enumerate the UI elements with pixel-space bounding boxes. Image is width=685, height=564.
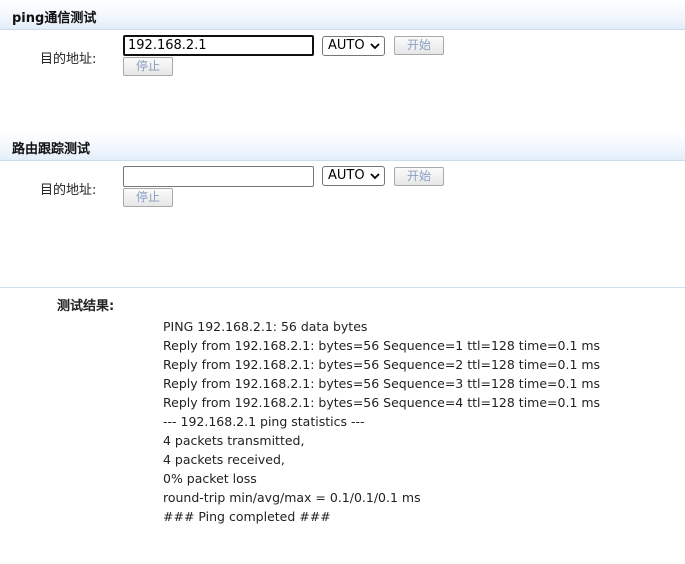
ping-stop-button[interactable]: 停止 xyxy=(123,57,173,76)
results-output: PING 192.168.2.1: 56 data bytes Reply fr… xyxy=(163,317,600,526)
result-line: 4 packets received, xyxy=(163,452,285,467)
result-line: --- 192.168.2.1 ping statistics --- xyxy=(163,414,365,429)
ping-start-button[interactable]: 开始 xyxy=(394,36,444,55)
traceroute-address-label: 目的地址: xyxy=(40,183,97,198)
result-line: Reply from 192.168.2.1: bytes=56 Sequenc… xyxy=(163,357,601,372)
ping-address-label: 目的地址: xyxy=(40,52,97,67)
result-line: Reply from 192.168.2.1: bytes=56 Sequenc… xyxy=(163,395,601,410)
ping-mode-value: AUTO xyxy=(328,38,365,53)
traceroute-address-input[interactable] xyxy=(123,166,314,187)
results-label: 测试结果: xyxy=(57,299,115,314)
chevron-down-icon xyxy=(370,43,380,50)
results-divider xyxy=(0,287,685,288)
result-line: round-trip min/avg/max = 0.1/0.1/0.1 ms xyxy=(163,490,421,505)
result-line: ### Ping completed ### xyxy=(163,509,331,524)
result-line: 0% packet loss xyxy=(163,471,257,486)
traceroute-stop-button[interactable]: 停止 xyxy=(123,188,173,207)
traceroute-section-header: 路由跟踪测试 xyxy=(0,131,685,161)
ping-address-input[interactable] xyxy=(123,35,314,56)
result-line: Reply from 192.168.2.1: bytes=56 Sequenc… xyxy=(163,338,601,353)
traceroute-start-button[interactable]: 开始 xyxy=(394,167,444,186)
result-line: Reply from 192.168.2.1: bytes=56 Sequenc… xyxy=(163,376,601,391)
traceroute-section-title: 路由跟踪测试 xyxy=(12,142,91,157)
ping-section-title: ping通信测试 xyxy=(12,11,97,26)
traceroute-mode-value: AUTO xyxy=(328,168,365,183)
ping-section-header: ping通信测试 xyxy=(0,0,685,30)
result-line: 4 packets transmitted, xyxy=(163,433,305,448)
chevron-down-icon xyxy=(370,173,380,180)
ping-mode-select[interactable]: AUTO xyxy=(322,36,385,56)
traceroute-mode-select[interactable]: AUTO xyxy=(322,166,385,186)
result-line: PING 192.168.2.1: 56 data bytes xyxy=(163,319,368,334)
